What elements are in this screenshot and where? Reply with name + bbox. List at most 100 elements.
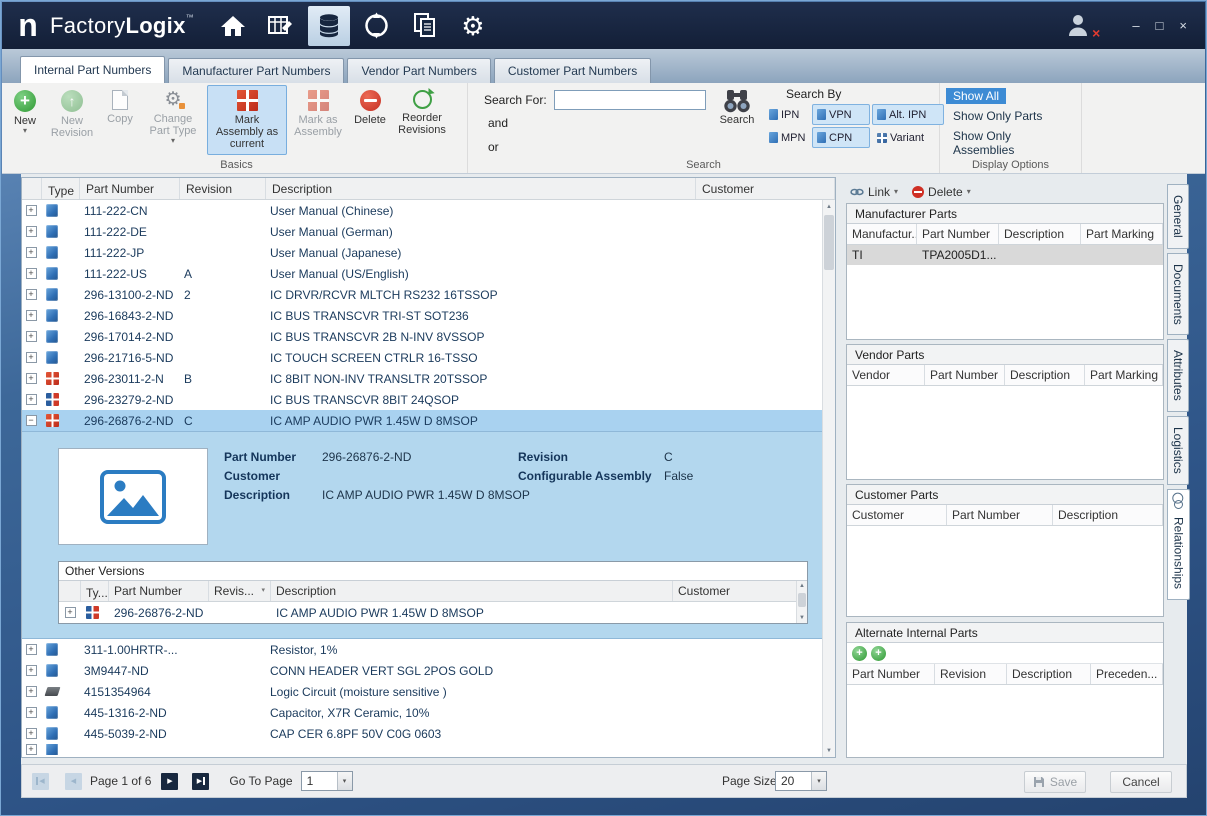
add-alternate-assembly-button[interactable]: [871, 645, 886, 661]
reorder-revisions-button[interactable]: Reorder Revisions: [393, 85, 451, 155]
column-header-customer[interactable]: Customer: [673, 581, 807, 601]
filter-mpn-button[interactable]: MPN: [764, 127, 810, 148]
tab-internal-part-numbers[interactable]: Internal Part Numbers: [20, 56, 166, 83]
side-tab-attributes[interactable]: Attributes: [1167, 339, 1189, 413]
column-header-revision[interactable]: Revision: [935, 664, 1007, 684]
expand-row-icon[interactable]: +: [25, 268, 37, 279]
filter-ipn-button[interactable]: IPN: [764, 104, 810, 125]
last-page-button[interactable]: ▶: [192, 772, 210, 790]
expand-row-icon[interactable]: +: [25, 707, 37, 718]
side-tab-relationships[interactable]: Relationships: [1167, 488, 1190, 600]
table-row[interactable]: +311-1.00HRTR-... Resistor, 1%: [22, 639, 824, 660]
table-row[interactable]: +111-222-CN User Manual (Chinese): [22, 200, 824, 221]
column-header-description[interactable]: Description: [1005, 365, 1085, 385]
column-header-part-number[interactable]: Part Number: [925, 365, 1005, 385]
expand-row-icon[interactable]: +: [25, 289, 37, 300]
maximize-button[interactable]: □: [1156, 18, 1164, 33]
table-row[interactable]: +: [22, 744, 824, 755]
column-header-part-number[interactable]: Part Number: [80, 178, 180, 199]
expand-row-icon[interactable]: +: [25, 205, 37, 216]
settings-gear-icon[interactable]: [452, 6, 494, 46]
close-button[interactable]: ×: [1179, 18, 1187, 33]
filter-variant-button[interactable]: Variant: [872, 127, 944, 148]
delete-button[interactable]: Delete: [349, 85, 391, 155]
expand-row-icon[interactable]: +: [64, 607, 76, 618]
table-row[interactable]: +296-21716-5-ND IC TOUCH SCREEN CTRLR 16-…: [22, 347, 824, 368]
new-revision-button[interactable]: New Revision: [45, 85, 99, 155]
table-row[interactable]: − 296-26876-2-ND C IC AMP AUDIO PWR 1.45W D…: [22, 410, 824, 431]
table-row[interactable]: +296-16843-2-ND IC BUS TRANSCVR TRI-ST SO…: [22, 305, 824, 326]
table-row[interactable]: +296-26876-2-ND IC AMP AUDIO PWR 1.45W D …: [59, 602, 807, 623]
table-row[interactable]: +4151354964 Logic Circuit (moisture sensi…: [22, 681, 824, 702]
table-row[interactable]: +296-17014-2-ND IC BUS TRANSCVR 2B N-INV …: [22, 326, 824, 347]
expand-row-icon[interactable]: +: [25, 247, 37, 258]
tab-customer-part-numbers[interactable]: Customer Part Numbers: [493, 58, 652, 83]
column-header-customer[interactable]: Customer: [696, 178, 835, 199]
table-row[interactable]: +296-13100-2-ND 2 IC DRVR/RCVR MLTCH RS232…: [22, 284, 824, 305]
save-button[interactable]: Save: [1024, 771, 1086, 793]
mark-assembly-current-button[interactable]: Mark Assembly as current: [207, 85, 287, 155]
change-part-type-button[interactable]: Change Part Type ▾: [141, 85, 205, 155]
search-button[interactable]: Search: [714, 88, 760, 126]
column-header-revision[interactable]: Revis... ▾: [209, 581, 271, 601]
column-header-description[interactable]: Description: [271, 581, 673, 601]
expand-row-icon[interactable]: +: [25, 226, 37, 237]
scroll-down-icon[interactable]: ▼: [823, 744, 835, 757]
column-header-part-number[interactable]: Part Number: [947, 505, 1053, 525]
table-row[interactable]: TI TPA2005D1...: [847, 245, 1163, 265]
minimize-button[interactable]: –: [1132, 18, 1139, 33]
table-row[interactable]: +111-222-US A User Manual (US/English): [22, 263, 824, 284]
table-row[interactable]: +445-1316-2-ND Capacitor, X7R Ceramic, 10…: [22, 702, 824, 723]
user-status-icon[interactable]: ×: [1066, 13, 1100, 41]
filter-vpn-button[interactable]: VPN: [812, 104, 870, 125]
filter-cpn-button[interactable]: CPN: [812, 127, 870, 148]
expand-row-icon[interactable]: +: [25, 310, 37, 321]
column-header-manufactur[interactable]: Manufactur...: [847, 224, 917, 244]
column-header-description[interactable]: Description: [999, 224, 1081, 244]
show-only-assemblies-option[interactable]: Show Only Assemblies: [946, 128, 1081, 158]
side-tab-logistics[interactable]: Logistics: [1167, 416, 1189, 485]
expand-row-icon[interactable]: +: [25, 373, 37, 384]
page-size-select[interactable]: 20 ▾: [775, 771, 827, 791]
expand-row-icon[interactable]: +: [25, 394, 37, 405]
column-header-type[interactable]: Type: [42, 178, 80, 199]
column-header-customer[interactable]: Customer: [847, 505, 947, 525]
table-row[interactable]: +111-222-DE User Manual (German): [22, 221, 824, 242]
expand-row-icon[interactable]: +: [25, 665, 37, 676]
table-row[interactable]: +296-23279-2-ND IC BUS TRANSCVR 8BIT 24QS…: [22, 389, 824, 410]
column-header-description[interactable]: Description: [1053, 505, 1163, 525]
mark-as-assembly-button[interactable]: Mark as Assembly: [289, 85, 347, 155]
table-row[interactable]: +445-5039-2-ND CAP CER 6.8PF 50V C0G 0603: [22, 723, 824, 744]
new-button[interactable]: New ▾: [7, 85, 43, 155]
tab-manufacturer-part-numbers[interactable]: Manufacturer Part Numbers: [168, 58, 345, 83]
chevron-down-icon[interactable]: ▾: [811, 772, 826, 790]
chevron-down-icon[interactable]: ▾: [336, 772, 352, 790]
delete-link-button[interactable]: Delete ▾: [912, 185, 971, 199]
copy-button[interactable]: Copy: [101, 85, 139, 155]
table-row[interactable]: +296-23011-2-N B IC 8BIT NON-INV TRANSLTR …: [22, 368, 824, 389]
dispatch-icon[interactable]: [356, 6, 398, 46]
cancel-button[interactable]: Cancel: [1110, 771, 1172, 793]
scroll-up-icon[interactable]: ▲: [823, 200, 835, 213]
column-header-part-marking[interactable]: Part Marking: [1085, 365, 1163, 385]
expand-row-icon[interactable]: +: [25, 728, 37, 739]
scrollbar-thumb[interactable]: [824, 215, 834, 270]
show-only-parts-option[interactable]: Show Only Parts: [946, 108, 1049, 124]
go-to-page-select[interactable]: 1 ▾: [300, 771, 353, 791]
column-header-description[interactable]: Description: [266, 178, 696, 199]
expand-row-icon[interactable]: +: [25, 331, 37, 342]
side-tab-general[interactable]: General: [1167, 184, 1189, 249]
scroll-down-icon[interactable]: ▼: [797, 613, 807, 623]
first-page-button[interactable]: ◀: [32, 772, 49, 790]
vertical-scrollbar[interactable]: ▲ ▼: [822, 200, 835, 757]
search-input[interactable]: [554, 90, 706, 110]
show-all-option[interactable]: Show All: [946, 88, 1007, 104]
column-header-part-number[interactable]: Part Number: [109, 581, 209, 601]
filter-alt-ipn-button[interactable]: Alt. IPN: [872, 104, 944, 125]
table-row[interactable]: +3M9447-ND CONN HEADER VERT SGL 2POS GOLD: [22, 660, 824, 681]
expand-row-icon[interactable]: +: [25, 352, 37, 363]
column-header-part-number[interactable]: Part Number: [917, 224, 999, 244]
link-button[interactable]: Link ▾: [850, 185, 898, 199]
vertical-scrollbar[interactable]: ▲ ▼: [796, 581, 807, 623]
column-header-type[interactable]: Ty...: [81, 581, 109, 601]
